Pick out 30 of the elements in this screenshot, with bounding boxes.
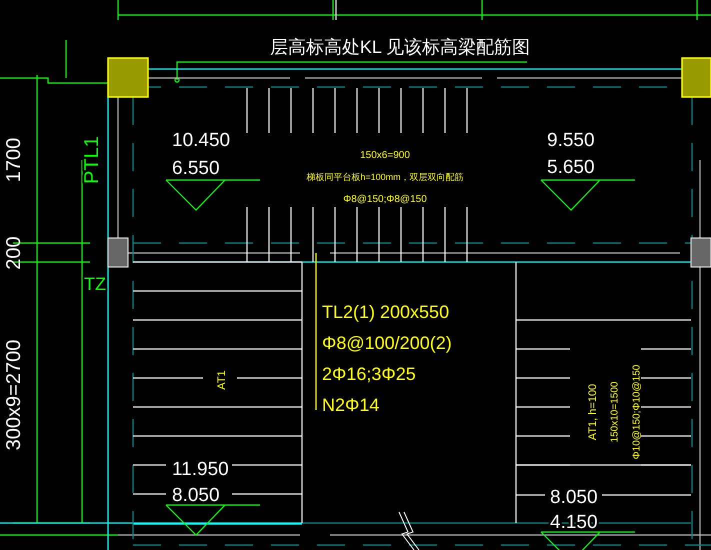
elevation-text: 8.050 xyxy=(550,487,598,508)
column-block xyxy=(107,57,149,98)
column-block xyxy=(690,238,711,268)
elevation-text: 9.550 xyxy=(547,130,595,151)
beam-callout-text: TL2(1) 200x550 xyxy=(322,302,450,322)
elevation-text: 6.550 xyxy=(172,158,220,179)
beam-callout-text: Φ8@100/200(2) xyxy=(322,333,452,353)
elevation-text: 11.950 xyxy=(172,459,229,480)
landing-note: Φ8@150;Φ8@150 xyxy=(343,194,427,205)
flight-label: AT1, h=100 xyxy=(587,384,599,440)
dimension-text: 300x9=2700 xyxy=(3,340,25,450)
flight-label: AT1 xyxy=(216,370,228,390)
landing-note: 梯板同平台板h=100mm，双层双向配筋 xyxy=(306,172,464,182)
flight-label: 150x10=1500 xyxy=(610,382,620,442)
dimension-text: 1700 xyxy=(3,138,25,182)
column-block xyxy=(681,57,711,98)
member-label: PTL1 xyxy=(81,136,103,184)
elevation-text: 8.050 xyxy=(172,485,220,506)
elevation-text: 5.650 xyxy=(547,157,595,178)
elevation-text: 4.150 xyxy=(550,512,598,533)
drawing-title: 层高标高处KL 见该标高梁配筋图 xyxy=(270,37,530,57)
break-line xyxy=(398,512,420,550)
elevation-text: 10.450 xyxy=(172,130,230,151)
beam-callout-text: 2Φ16;3Φ25 xyxy=(322,364,416,384)
dimension-text: 200 xyxy=(3,236,25,270)
landing-note: 150x6=900 xyxy=(360,150,410,161)
beam-callout-text: N2Φ14 xyxy=(322,395,380,415)
column-block xyxy=(108,238,128,268)
member-label: TZ xyxy=(84,274,106,294)
flight-label: Φ10@150;Φ10@150 xyxy=(632,364,642,460)
